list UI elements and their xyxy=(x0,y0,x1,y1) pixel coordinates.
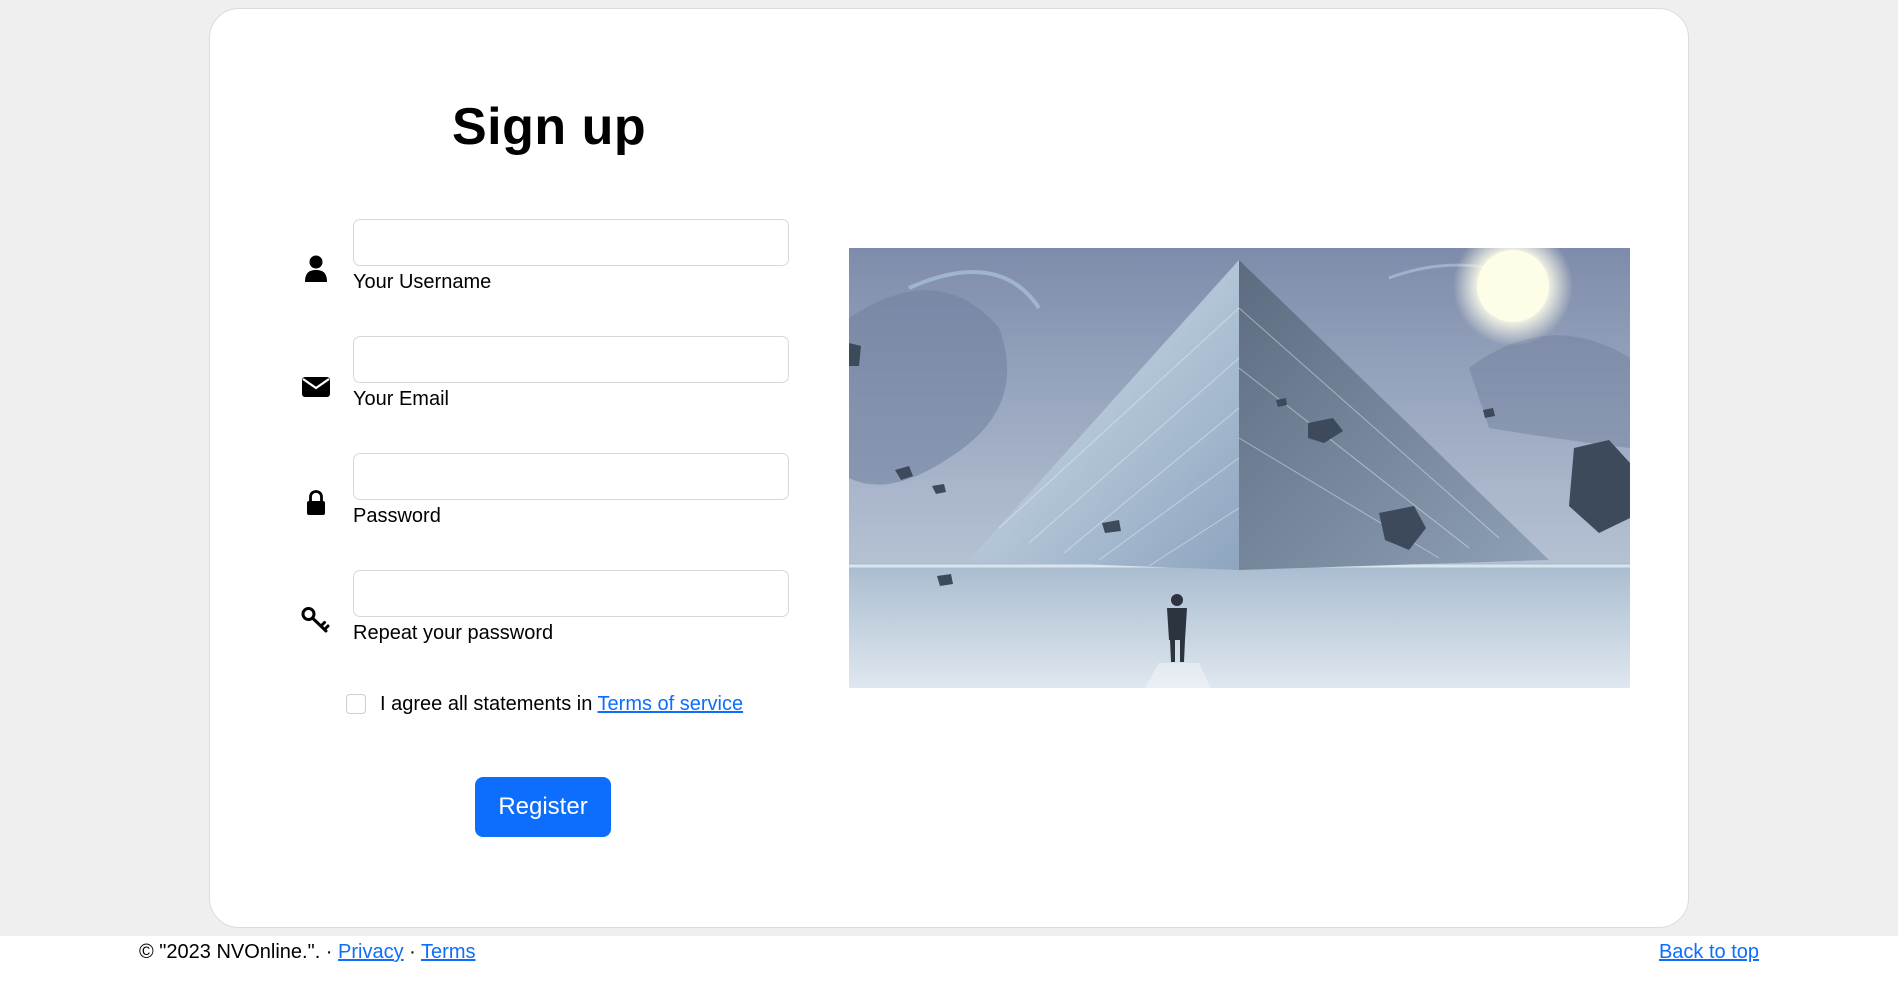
page-title: Sign up xyxy=(452,98,647,156)
privacy-link[interactable]: Privacy xyxy=(338,941,404,963)
terms-agreement: I agree all statements in Terms of servi… xyxy=(346,690,743,718)
password-row: Password xyxy=(296,453,790,549)
password-input[interactable] xyxy=(353,453,789,500)
envelope-icon xyxy=(296,366,336,406)
username-label: Your Username xyxy=(353,271,492,293)
username-input[interactable] xyxy=(353,219,789,266)
user-icon xyxy=(296,249,336,289)
copyright-text: © "2023 NVOnline.". xyxy=(139,941,321,963)
back-to-top-link[interactable]: Back to top xyxy=(1659,941,1759,963)
pyramid-illustration xyxy=(849,248,1630,688)
terms-link[interactable]: Terms xyxy=(421,941,475,963)
repeat-password-row: Repeat your password xyxy=(296,570,790,666)
agree-statement: I agree all statements in xyxy=(380,693,598,715)
agree-text: I agree all statements in Terms of servi… xyxy=(380,691,743,717)
email-input[interactable] xyxy=(353,336,789,383)
lock-icon xyxy=(296,483,336,523)
back-to-top-container: Back to top xyxy=(1659,939,1759,965)
repeat-password-label: Repeat your password xyxy=(353,622,554,644)
footer-separator: · xyxy=(320,941,339,963)
footer-separator: · xyxy=(403,941,422,963)
footer-links: © "2023 NVOnline.". · Privacy · Terms xyxy=(139,939,475,965)
terms-of-service-link[interactable]: Terms of service xyxy=(598,693,744,715)
password-label: Password xyxy=(353,505,441,527)
agree-checkbox[interactable] xyxy=(346,694,366,714)
register-button[interactable]: Register xyxy=(475,777,611,837)
repeat-password-input[interactable] xyxy=(353,570,789,617)
username-row: Your Username xyxy=(296,219,790,315)
email-label: Your Email xyxy=(353,388,449,410)
email-row: Your Email xyxy=(296,336,790,432)
key-icon xyxy=(296,600,336,640)
